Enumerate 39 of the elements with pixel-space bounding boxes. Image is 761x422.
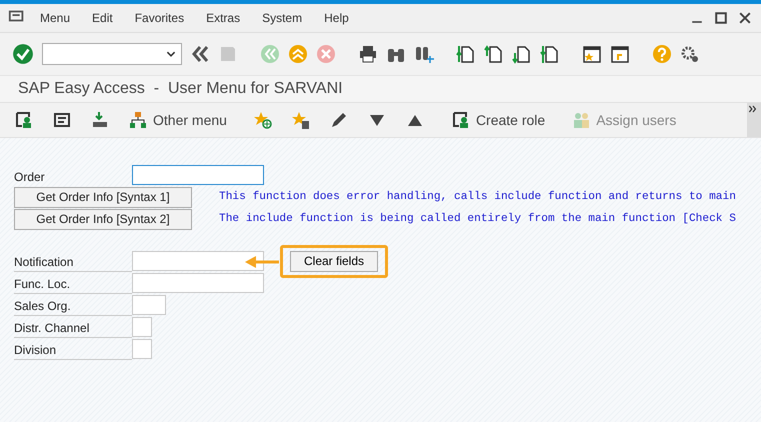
menu-item[interactable]: Extras xyxy=(206,11,240,25)
download-icon[interactable] xyxy=(90,110,110,130)
menu-item[interactable]: System xyxy=(262,11,302,25)
user-screen-icon[interactable] xyxy=(450,110,471,130)
get-order-info-button[interactable]: Get Order Info [Syntax 2] xyxy=(14,208,192,230)
previous-page-icon[interactable] xyxy=(484,44,504,64)
double-chevron-left-icon[interactable] xyxy=(190,44,210,64)
tree-icon[interactable] xyxy=(128,110,148,130)
last-page-icon[interactable] xyxy=(540,44,560,64)
star-trash-icon[interactable] xyxy=(290,110,311,130)
input-field[interactable] xyxy=(132,317,152,337)
input-field[interactable] xyxy=(132,273,264,293)
input-field[interactable] xyxy=(132,295,166,315)
other-menu-button[interactable]: Other menu xyxy=(153,112,227,128)
star-add-icon[interactable] xyxy=(252,110,273,130)
print-icon[interactable] xyxy=(358,44,378,64)
overflow-button[interactable] xyxy=(747,103,761,137)
checkmark-icon[interactable] xyxy=(12,43,34,65)
first-page-icon[interactable] xyxy=(456,44,476,64)
double-chevron-right-icon[interactable] xyxy=(747,103,759,115)
description-text: The include function is being called entirely from the main function [Check S xyxy=(219,213,736,225)
input-field[interactable] xyxy=(132,339,152,359)
toolbar-text-button[interactable]: Create role xyxy=(476,112,546,128)
clear-fields-button[interactable]: Clear fields xyxy=(290,250,378,272)
menu-item[interactable]: Favorites xyxy=(134,11,184,25)
input-field[interactable] xyxy=(132,251,264,271)
close-icon[interactable] xyxy=(737,10,753,26)
menu-item[interactable]: Help xyxy=(324,11,349,25)
menu-item[interactable]: Edit xyxy=(92,11,113,25)
command-field[interactable] xyxy=(42,43,182,65)
get-order-info-button[interactable]: Get Order Info [Syntax 1] xyxy=(14,186,192,208)
menu-screen-icon[interactable] xyxy=(52,110,72,130)
next-page-icon[interactable] xyxy=(512,44,532,64)
user-screen-icon[interactable] xyxy=(14,110,34,130)
input-field[interactable] xyxy=(132,165,264,185)
description-text: This function does error handling, calls include function and returns to main xyxy=(219,191,736,203)
field-label: Order xyxy=(14,168,46,186)
maximize-icon[interactable] xyxy=(713,10,729,26)
menu-item[interactable]: Menu xyxy=(40,11,70,25)
